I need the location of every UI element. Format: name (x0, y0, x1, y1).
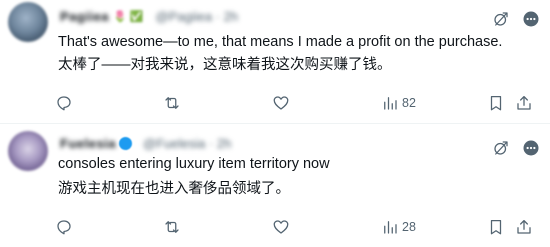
divider (0, 123, 550, 124)
reply-button[interactable] (55, 93, 73, 113)
views-count: 82 (402, 96, 416, 110)
retweet-button[interactable] (163, 217, 181, 237)
avatar[interactable] (8, 131, 48, 171)
tweet-text-chinese: 游戏主机现在也进入奢侈品领域了。 (58, 181, 290, 197)
share-icon (517, 219, 531, 234)
reply-button[interactable] (55, 217, 73, 237)
views-count: 28 (402, 220, 416, 234)
views-icon (384, 221, 397, 234)
tweet-actions: 28 (0, 217, 550, 237)
retweet-button[interactable] (163, 93, 181, 113)
tweet-text-english: That's awesome—to me, that means I made … (58, 34, 503, 50)
views-button[interactable]: 82 (381, 93, 416, 113)
views-icon (384, 97, 397, 110)
tweet-2[interactable]: Fuelesia @Fuelesia · 2h consoles enterin… (0, 125, 550, 247)
reply-icon (57, 220, 71, 235)
share-button[interactable] (515, 217, 533, 237)
reply-icon (57, 96, 71, 111)
verified-badge-icon (119, 136, 133, 150)
tweet-text-english: consoles entering luxury item territory … (58, 156, 330, 172)
like-button[interactable] (272, 93, 290, 113)
retweet-icon (165, 221, 179, 233)
author-name[interactable]: Fuelesia (60, 136, 116, 151)
avatar[interactable] (8, 2, 48, 42)
mute-icon[interactable] (492, 139, 510, 157)
bookmark-button[interactable] (487, 217, 505, 237)
author-handle[interactable]: @Fuelesia · 2h (143, 136, 231, 151)
share-button[interactable] (515, 93, 533, 113)
tweet-1[interactable]: Pagiiea 🌷 ✅ @Pagiiea · 2h That's awesome… (0, 0, 550, 122)
views-button[interactable]: 28 (381, 217, 416, 237)
bookmark-icon (490, 95, 502, 111)
tweet-header: Pagiiea 🌷 ✅ @Pagiiea · 2h (60, 8, 238, 24)
bookmark-button[interactable] (487, 93, 505, 113)
like-icon (273, 220, 289, 234)
like-icon (273, 96, 289, 110)
more-icon[interactable] (522, 139, 540, 157)
tweet-header: Fuelesia @Fuelesia · 2h (60, 135, 231, 151)
tweet-actions: 82 (0, 93, 550, 113)
more-icon[interactable] (522, 10, 540, 28)
share-icon (517, 95, 531, 110)
mute-icon[interactable] (492, 10, 510, 28)
retweet-icon (165, 97, 179, 109)
author-badge: 🌷 ✅ (113, 10, 144, 23)
like-button[interactable] (272, 217, 290, 237)
author-handle[interactable]: @Pagiiea · 2h (155, 9, 238, 24)
bookmark-icon (490, 219, 502, 235)
author-name[interactable]: Pagiiea (60, 9, 109, 24)
tweet-text-chinese: 太棒了——对我来说，这意味着我这次购买赚了钱。 (58, 57, 392, 73)
